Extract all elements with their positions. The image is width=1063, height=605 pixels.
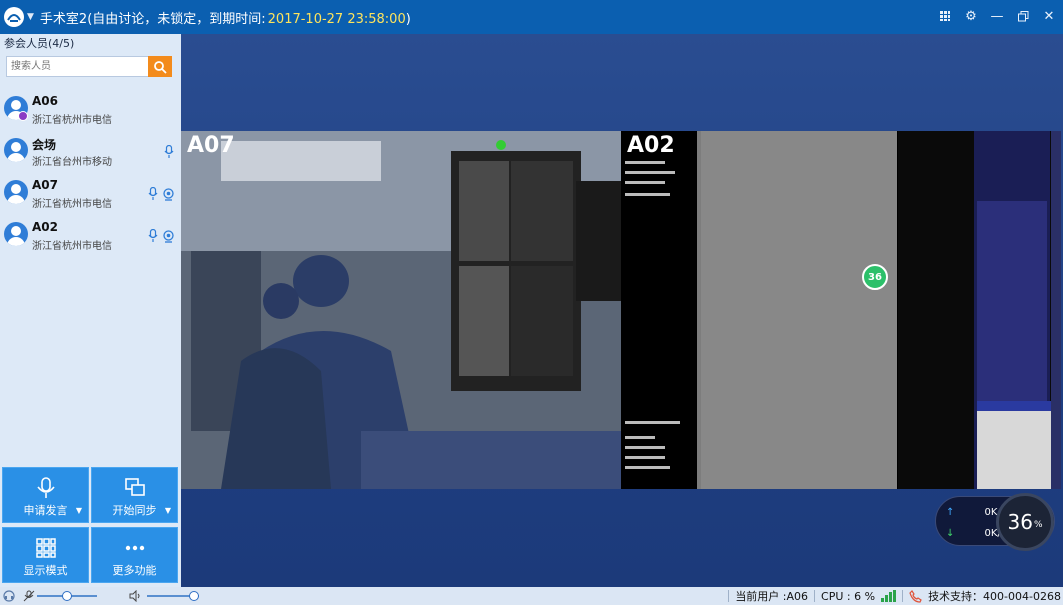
- member-location: 浙江省杭州市电信: [32, 115, 112, 126]
- member-name: A06: [32, 94, 58, 108]
- more-functions-label: 更多功能: [112, 564, 157, 577]
- list-item[interactable]: A07 浙江省杭州市电信: [0, 174, 181, 216]
- cpu-ring-unit: %: [1033, 520, 1043, 530]
- menu-caret-icon[interactable]: ▼: [27, 12, 34, 22]
- cpu-ring-value: 36: [1007, 510, 1033, 534]
- avatar: [4, 180, 28, 204]
- member-location: 浙江省杭州市电信: [32, 199, 112, 210]
- microphone-icon[interactable]: [23, 590, 35, 602]
- chevron-down-icon[interactable]: ▼: [165, 506, 171, 515]
- sync-screen-icon: [125, 478, 145, 496]
- room-status-text: 手术室2(自由讨论，未锁定，到期时间:: [39, 11, 266, 27]
- list-item[interactable]: A06 浙江省杭州市电信: [0, 90, 181, 132]
- window-title: 手术室2(自由讨论，未锁定，到期时间: 2017-10-27 23:58:00): [40, 8, 411, 27]
- host-badge-icon: [18, 111, 28, 121]
- search-input[interactable]: [7, 57, 148, 76]
- phone-icon: [909, 589, 922, 603]
- list-item[interactable]: 会场 浙江省台州市移动: [0, 132, 181, 174]
- chevron-down-icon[interactable]: ▼: [76, 506, 82, 515]
- member-name: A07: [32, 178, 58, 192]
- cpu-usage-ring: 36%: [996, 493, 1054, 551]
- microphone-icon[interactable]: [146, 187, 159, 201]
- grid-icon: [36, 538, 56, 558]
- operating-room-video: [181, 131, 621, 489]
- video-label: A07: [187, 133, 235, 158]
- divider: [814, 590, 816, 602]
- member-name: 会场: [32, 138, 57, 152]
- search-button[interactable]: [148, 56, 172, 77]
- video-panel-a07[interactable]: A07: [181, 131, 621, 489]
- expiry-time: 2017-10-27 23:58:00: [267, 11, 406, 27]
- member-location: 浙江省杭州市电信: [32, 241, 112, 252]
- camera-icon[interactable]: [162, 187, 175, 201]
- slider-knob[interactable]: [189, 591, 199, 601]
- display-mode-label: 显示模式: [23, 564, 68, 577]
- cpu-badge[interactable]: 36: [862, 264, 888, 290]
- member-name: A02: [32, 220, 58, 234]
- video-panel-a02[interactable]: A02: [621, 131, 1061, 489]
- avatar: [4, 222, 28, 246]
- current-user: 当前用户 :A06: [735, 590, 809, 603]
- divider: [902, 590, 904, 602]
- video-label: A02: [627, 133, 675, 158]
- headset-icon[interactable]: [3, 590, 15, 602]
- apply-speak-label: 申请发言: [23, 504, 68, 517]
- function-buttons: 申请发言 ▼ 开始同步 ▼ 显示模式 更多功能: [0, 467, 181, 587]
- status-bar: 当前用户 :A06 CPU : 6 % 技术支持：400-004-0268: [0, 587, 1063, 605]
- more-dots-icon: [125, 545, 145, 551]
- slider-knob[interactable]: [62, 591, 72, 601]
- title-bar: ▼ 手术室2(自由讨论，未锁定，到期时间: 2017-10-27 23:58:00…: [0, 0, 1063, 34]
- speaker-icon[interactable]: [129, 590, 141, 602]
- close-icon[interactable]: ✕: [1041, 8, 1057, 24]
- divider: [728, 590, 730, 602]
- apply-speak-button[interactable]: 申请发言 ▼: [2, 467, 89, 523]
- title-close-paren: ): [405, 11, 411, 27]
- gear-icon[interactable]: ⚙: [963, 8, 979, 24]
- display-mode-button[interactable]: 显示模式: [2, 527, 89, 583]
- video-area: A07 A02 ↑ 0K/s ↓ 0K/s 36%: [181, 34, 1063, 587]
- minimize-icon[interactable]: —: [989, 8, 1005, 24]
- layout-icon[interactable]: [937, 8, 953, 24]
- microphone-icon: [37, 477, 55, 498]
- search-box: [6, 56, 172, 77]
- microphone-icon[interactable]: [146, 229, 159, 243]
- more-functions-button[interactable]: 更多功能: [91, 527, 178, 583]
- member-list: A06 浙江省杭州市电信 会场 浙江省台州市移动 A07 浙江省杭州市电信 A0…: [0, 90, 181, 258]
- restore-icon[interactable]: [1015, 8, 1031, 24]
- member-location: 浙江省台州市移动: [32, 157, 112, 168]
- participants-sidebar: 参会人员(4/5) A06 浙江省杭州市电信 会场 浙江省台州市移动 A07: [0, 34, 181, 587]
- upload-arrow-icon: ↑: [946, 507, 955, 518]
- participants-header: 参会人员(4/5): [4, 37, 75, 50]
- mic-volume-slider[interactable]: [37, 591, 97, 601]
- angiography-video: [621, 131, 1061, 489]
- download-arrow-icon: ↓: [946, 528, 955, 539]
- avatar: [4, 138, 28, 162]
- app-logo-icon[interactable]: [4, 7, 24, 27]
- start-sync-button[interactable]: 开始同步 ▼: [91, 467, 178, 523]
- cpu-usage: CPU : 6 %: [821, 589, 876, 603]
- search-icon: [154, 60, 167, 74]
- speaker-volume-slider[interactable]: [147, 591, 199, 601]
- list-item[interactable]: A02 浙江省杭州市电信: [0, 216, 181, 258]
- camera-icon[interactable]: [162, 229, 175, 243]
- tech-support: 技术支持：400-004-0268: [928, 590, 1061, 603]
- signal-strength-icon: [881, 590, 897, 602]
- network-speed-widget: ↑ 0K/s ↓ 0K/s 36%: [935, 493, 1055, 551]
- microphone-icon[interactable]: [162, 145, 175, 159]
- start-sync-label: 开始同步: [112, 504, 157, 517]
